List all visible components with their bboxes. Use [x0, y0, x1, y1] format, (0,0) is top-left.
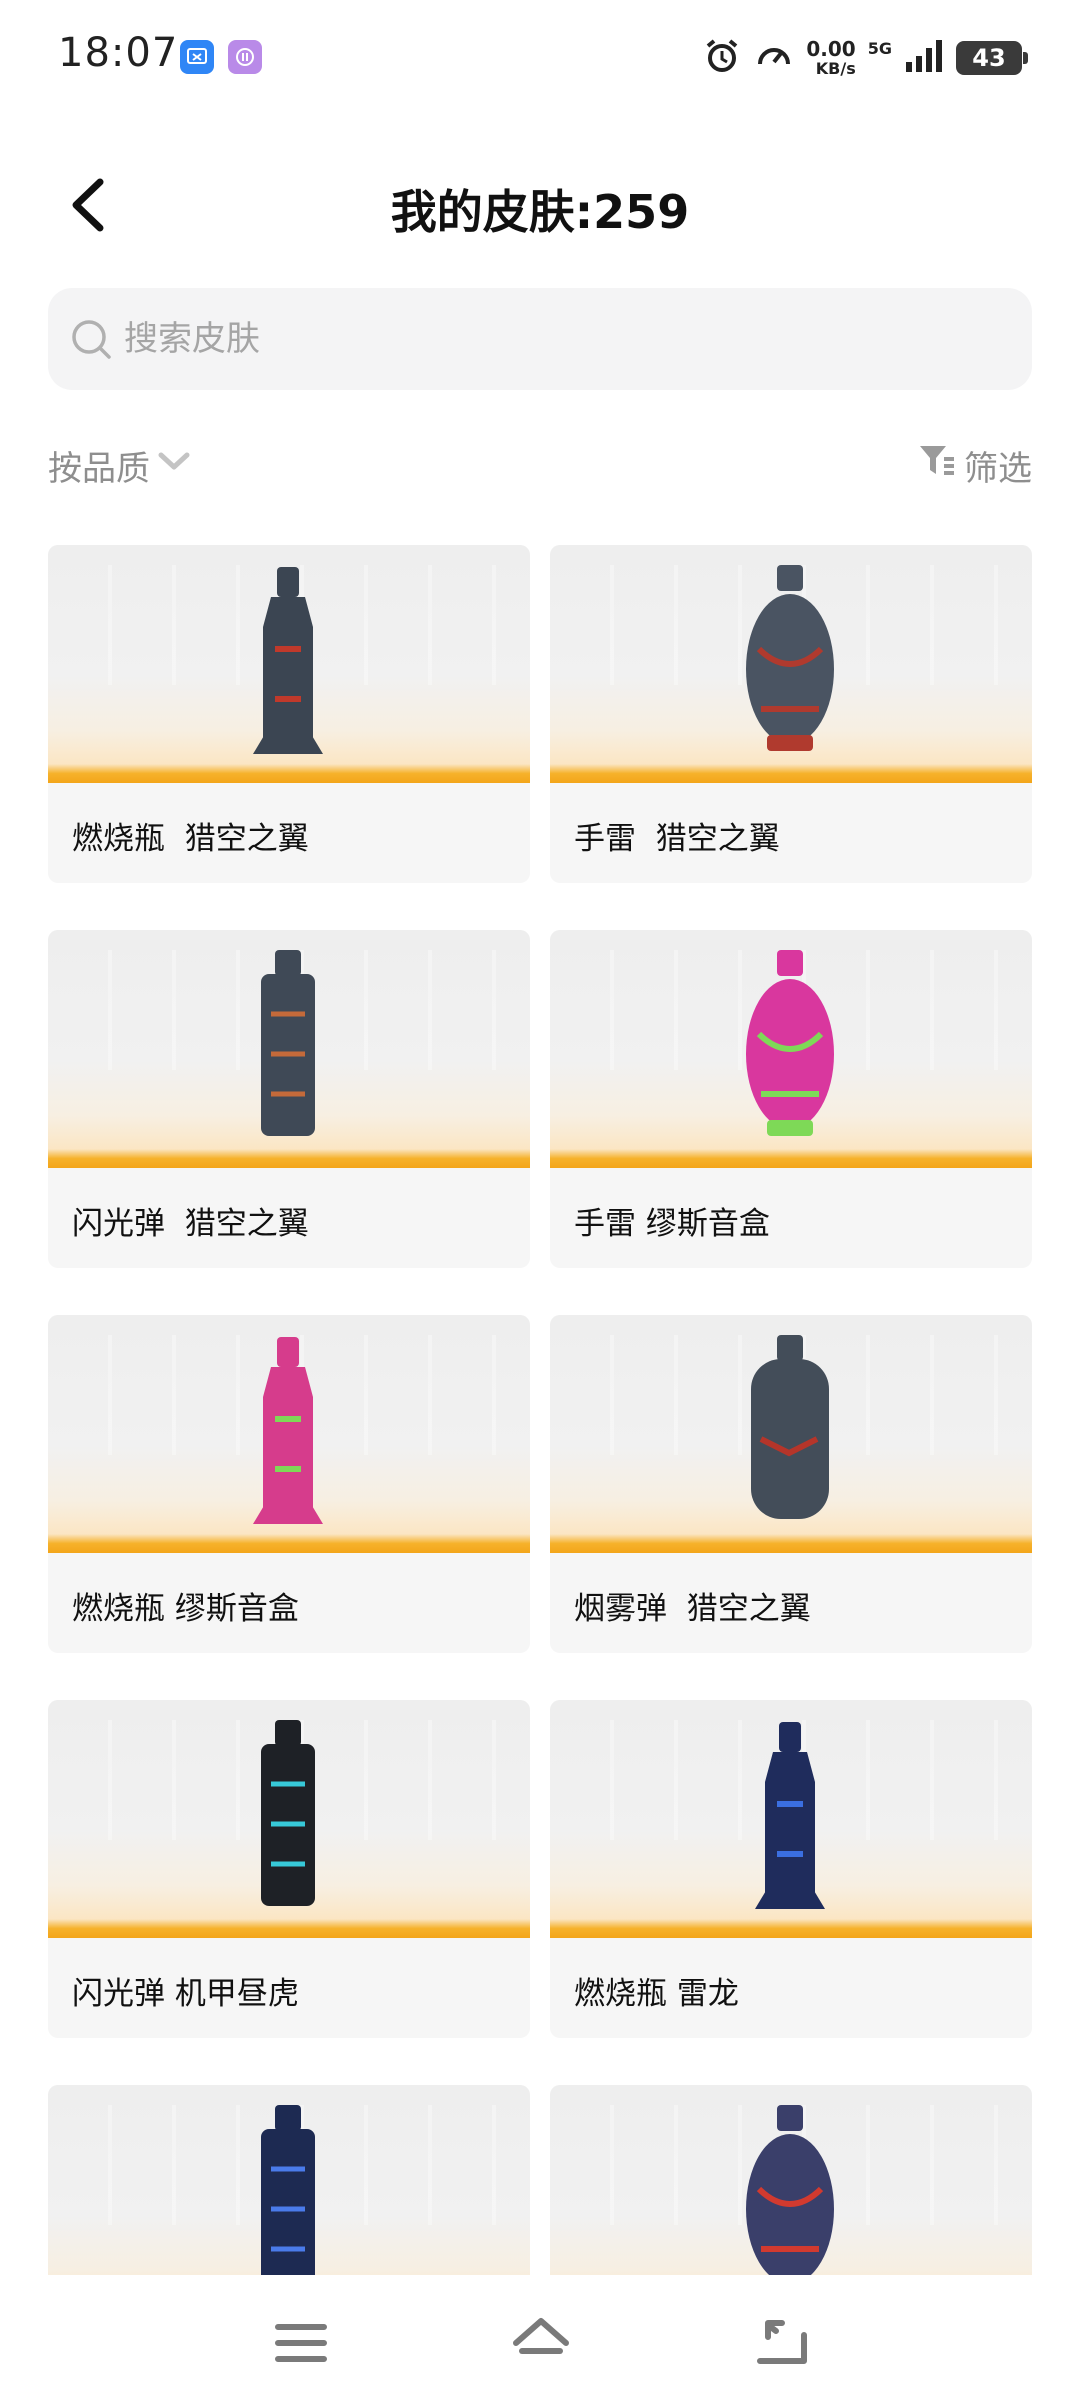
back-icon[interactable] — [746, 2313, 816, 2373]
flashbang-icon — [261, 950, 315, 1136]
skin-thumbnail — [48, 545, 530, 783]
page-title: 我的皮肤:259 — [390, 185, 690, 239]
molotov-icon — [253, 1337, 323, 1524]
skin-thumbnail — [550, 930, 1032, 1168]
grenade-icon — [746, 950, 834, 1136]
app-notification-icon-purple — [228, 40, 262, 74]
skin-label: 烟雾弹 猎空之翼 — [574, 1591, 811, 1627]
skin-card[interactable]: 手雷 猎空之翼 — [550, 545, 1032, 883]
skin-thumbnail — [48, 1315, 530, 1553]
skin-label: 手雷 缪斯音盒 — [574, 1206, 770, 1242]
skin-card[interactable] — [48, 2085, 530, 2275]
funnel-icon — [918, 443, 956, 488]
grenade-icon — [746, 565, 834, 751]
filter-label: 筛选 — [964, 448, 1032, 489]
skin-thumbnail — [550, 545, 1032, 783]
skin-label: 手雷 猎空之翼 — [574, 821, 780, 857]
grenade-icon — [746, 2105, 834, 2275]
speedometer-icon — [754, 36, 794, 80]
status-bar: 18:07 0.00 KB/s 5G 43 — [0, 0, 1080, 110]
smoke-icon — [751, 1335, 829, 1519]
flashbang-icon — [261, 1720, 315, 1906]
signal-bars-icon — [904, 38, 944, 78]
sort-label: 按品质 — [48, 448, 150, 489]
flashbang-icon — [261, 2105, 315, 2275]
page-header: 我的皮肤:259 — [0, 150, 1080, 260]
skin-label: 燃烧瓶 缪斯音盒 — [72, 1591, 299, 1627]
skin-card[interactable]: 闪光弹 机甲昼虎 — [48, 1700, 530, 2038]
filter-button[interactable]: 筛选 — [918, 440, 1032, 490]
skin-card[interactable]: 烟雾弹 猎空之翼 — [550, 1315, 1032, 1653]
skin-thumbnail — [550, 1700, 1032, 1938]
network-type: 5G — [867, 38, 892, 58]
network-speed: 0.00 KB/s — [806, 37, 856, 78]
menu-icon[interactable] — [266, 2313, 336, 2373]
search-icon — [70, 318, 114, 366]
home-icon[interactable] — [506, 2313, 576, 2373]
skin-thumbnail — [550, 1315, 1032, 1553]
skin-grid: 燃烧瓶 猎空之翼 手雷 猎空之翼闪光弹 猎空之翼 手雷 缪斯音盒燃烧瓶 缪斯音盒 烟雾… — [48, 545, 1032, 2275]
status-time: 18:07 — [58, 30, 179, 76]
skin-label: 闪光弹 机甲昼虎 — [72, 1976, 299, 2012]
skin-card[interactable]: 燃烧瓶 猎空之翼 — [48, 545, 530, 883]
skin-thumbnail — [48, 2085, 530, 2275]
skin-label: 燃烧瓶 雷龙 — [574, 1976, 739, 2012]
chevron-down-icon — [156, 445, 192, 485]
sort-dropdown[interactable]: 按品质 — [48, 440, 192, 490]
search-bar[interactable] — [48, 288, 1032, 390]
search-input[interactable] — [124, 308, 1004, 370]
skin-card[interactable] — [550, 2085, 1032, 2275]
alarm-icon — [702, 36, 742, 80]
skin-thumbnail — [48, 1700, 530, 1938]
app-notification-icon-blue — [180, 40, 214, 74]
system-nav-bar — [0, 2285, 1080, 2400]
battery-indicator: 43 — [956, 41, 1028, 75]
skin-card[interactable]: 燃烧瓶 缪斯音盒 — [48, 1315, 530, 1653]
skin-thumbnail — [48, 930, 530, 1168]
skin-thumbnail — [550, 2085, 1032, 2275]
skin-label: 燃烧瓶 猎空之翼 — [72, 821, 309, 857]
molotov-icon — [755, 1722, 825, 1909]
skin-card[interactable]: 燃烧瓶 雷龙 — [550, 1700, 1032, 2038]
skin-card[interactable]: 手雷 缪斯音盒 — [550, 930, 1032, 1268]
molotov-icon — [253, 567, 323, 754]
skin-label: 闪光弹 猎空之翼 — [72, 1206, 309, 1242]
skin-card[interactable]: 闪光弹 猎空之翼 — [48, 930, 530, 1268]
